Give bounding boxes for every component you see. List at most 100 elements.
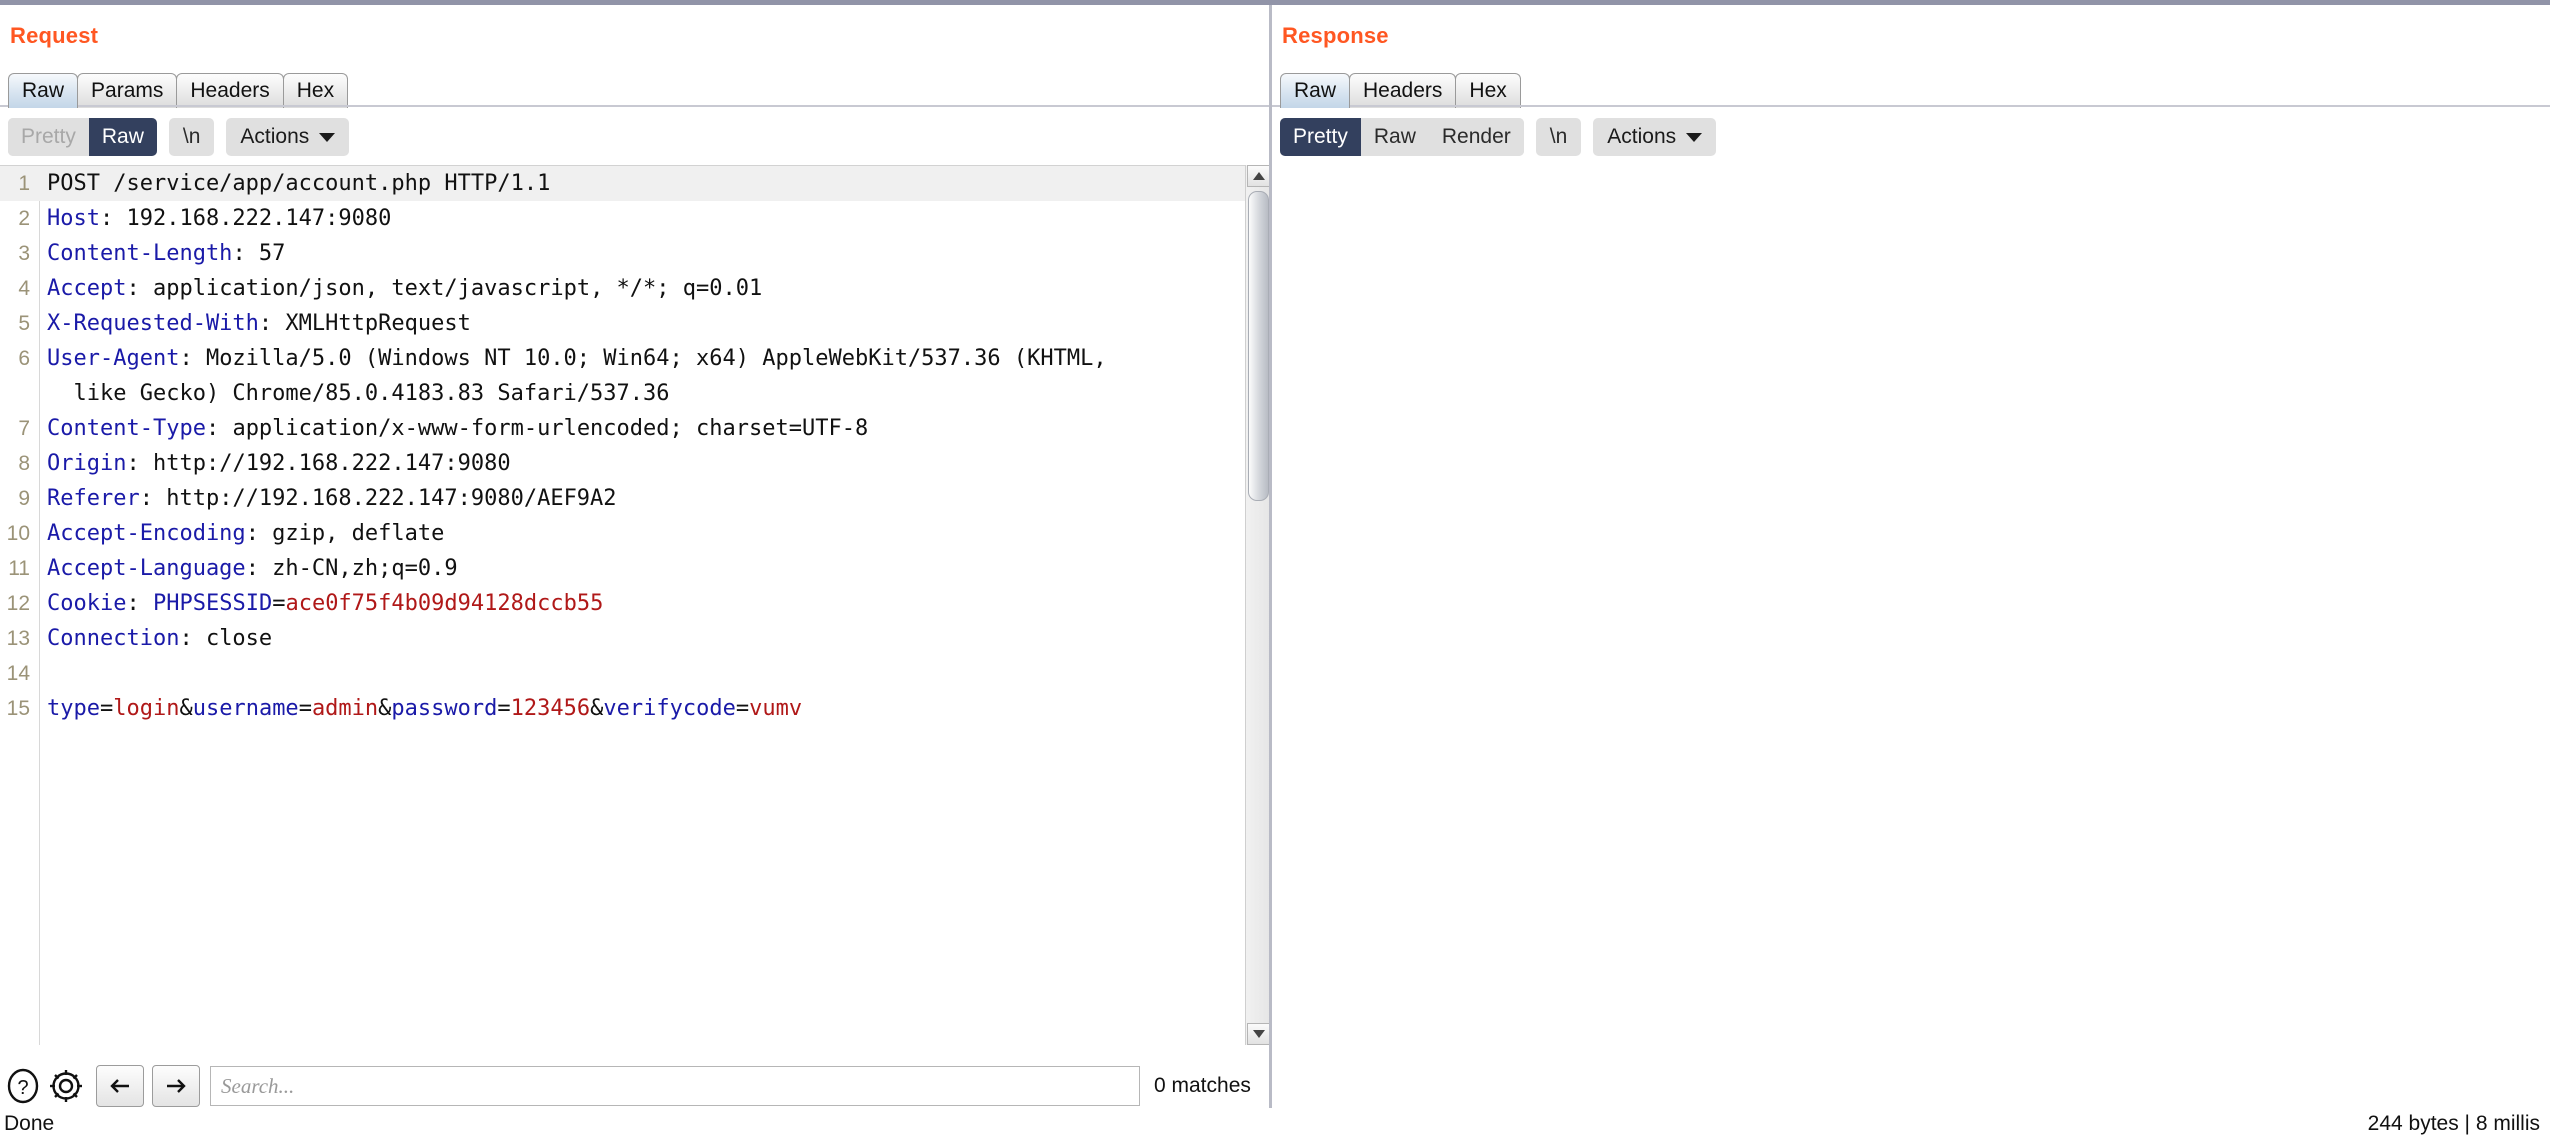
response-raw-button[interactable]: Raw [1360, 118, 1429, 156]
code-line: 3 Content-Length: 57 [0, 236, 1252, 271]
code-token: type [47, 696, 100, 721]
response-tab-hex-label: Hex [1469, 79, 1507, 102]
request-editor-toolbar: Pretty Raw \n Actions [8, 115, 350, 159]
code-token: username [192, 696, 299, 721]
code-token: Content-Type [47, 416, 206, 441]
request-raw-button[interactable]: Raw [88, 118, 157, 156]
line-number: 6 [18, 347, 30, 370]
code-token: : http://192.168.222.147:9080/AEF9A2 [139, 486, 617, 511]
response-actions-label: Actions [1607, 125, 1677, 148]
line-text: Origin: http://192.168.222.147:9080 [47, 446, 511, 481]
line-text: Cookie: PHPSESSID=ace0f75f4b09d94128dccb… [47, 586, 603, 621]
scroll-up-icon[interactable] [1247, 165, 1270, 187]
code-token: : close [179, 626, 273, 651]
line-text: X-Requested-With: XMLHttpRequest [47, 306, 471, 341]
code-token: & [590, 696, 604, 721]
code-token: : application/json, text/javascript, */*… [126, 276, 763, 301]
gear-icon[interactable] [44, 1064, 88, 1108]
response-pane: Response Raw Headers Hex Pretty Raw Rend… [1272, 5, 2550, 1118]
code-line: 15 type=login&username=admin&password=123… [0, 691, 1252, 726]
code-line: 7 Content-Type: application/x-www-form-ur… [0, 411, 1252, 446]
response-render-button[interactable]: Render [1428, 118, 1524, 156]
question-icon[interactable]: ? [4, 1064, 42, 1108]
response-size-timing: 244 bytes | 8 millis [2367, 1112, 2540, 1135]
line-number: 8 [18, 452, 30, 475]
line-text: Accept: application/json, text/javascrip… [47, 271, 762, 306]
line-text: Referer: http://192.168.222.147:9080/AEF… [47, 481, 617, 516]
request-scroll-thumb[interactable] [1248, 191, 1269, 501]
code-token: Content-Length [47, 241, 233, 266]
response-tab-raw[interactable]: Raw [1280, 73, 1351, 108]
code-token: : 57 [232, 241, 286, 266]
request-tab-raw[interactable]: Raw [8, 73, 79, 108]
request-actions-label: Actions [240, 125, 310, 148]
request-search-prev-button[interactable] [96, 1065, 144, 1107]
request-tab-headers-label: Headers [190, 79, 270, 102]
code-line: 1 POST /service/app/account.php HTTP/1.1 [0, 166, 1252, 201]
line-number: 15 [6, 697, 30, 720]
code-token: & [179, 696, 193, 721]
code-token: : zh-CN,zh;q=0.9 [245, 556, 458, 581]
response-tab-raw-label: Raw [1294, 79, 1337, 102]
line-number: 12 [6, 592, 30, 615]
code-token: Accept [47, 276, 127, 301]
request-actions-button[interactable]: Actions [226, 118, 350, 156]
line-number: 13 [6, 627, 30, 650]
line-text: User-Agent: Mozilla/5.0 (Windows NT 10.0… [47, 341, 1107, 376]
code-token: : XMLHttpRequest [258, 311, 471, 336]
code-token: : 192.168.222.147:9080 [99, 206, 392, 231]
code-token: : [126, 591, 153, 616]
response-pretty-button[interactable]: Pretty [1280, 118, 1361, 156]
response-newline-button[interactable]: \n [1535, 118, 1582, 156]
scroll-down-icon[interactable] [1247, 1023, 1270, 1045]
code-token: X-Requested-With [47, 311, 259, 336]
line-number: 7 [18, 417, 30, 440]
request-vertical-scrollbar[interactable] [1245, 165, 1270, 1045]
code-token: = [99, 696, 114, 721]
code-line: like Gecko) Chrome/85.0.4183.83 Safari/5… [0, 376, 1252, 411]
line-text: Connection: close [47, 621, 272, 656]
request-tab-hex[interactable]: Hex [282, 73, 349, 108]
request-pretty-button[interactable]: Pretty [8, 118, 89, 156]
chevron-down-icon [1686, 132, 1703, 142]
code-token: Connection [47, 626, 180, 651]
code-token: : application/x-www-form-urlencoded; cha… [205, 416, 869, 441]
code-token: verifycode [603, 696, 736, 721]
code-token: password [391, 696, 498, 721]
response-actions-button[interactable]: Actions [1593, 118, 1717, 156]
request-view-mode-group[interactable]: Pretty Raw [8, 118, 157, 156]
response-tab-hex[interactable]: Hex [1455, 73, 1521, 108]
response-tab-headers[interactable]: Headers [1349, 73, 1457, 108]
svg-text:?: ? [17, 1077, 28, 1099]
request-editor[interactable]: 1 POST /service/app/account.php HTTP/1.1 2… [0, 165, 1252, 1045]
response-view-mode-group[interactable]: Pretty Raw Render [1280, 118, 1524, 156]
request-search-input[interactable]: Search... [210, 1066, 1140, 1106]
request-newline-button[interactable]: \n [168, 118, 215, 156]
line-text: Accept-Language: zh-CN,zh;q=0.9 [47, 551, 458, 586]
line-number: 14 [6, 662, 30, 685]
line-text: Accept-Encoding: gzip, deflate [47, 516, 444, 551]
code-token: POST /service/app/account.php HTTP/1.1 [47, 171, 551, 196]
code-token: ace0f75f4b09d94128dccb55 [285, 591, 604, 616]
code-line: 5 X-Requested-With: XMLHttpRequest [0, 306, 1252, 341]
request-tab-params[interactable]: Params [77, 73, 178, 108]
code-line: 8 Origin: http://192.168.222.147:9080 [0, 446, 1252, 481]
response-editor-toolbar: Pretty Raw Render \n Actions [1280, 115, 1717, 159]
line-text: Content-Type: application/x-www-form-url… [47, 411, 868, 446]
status-message: Done [4, 1112, 55, 1135]
response-tab-headers-label: Headers [1363, 79, 1443, 102]
request-search-next-button[interactable] [152, 1065, 200, 1107]
line-number: 10 [6, 522, 30, 545]
code-token: Cookie [47, 591, 127, 616]
request-tab-headers[interactable]: Headers [176, 73, 284, 108]
code-token: like Gecko) Chrome/85.0.4183.83 Safari/5… [47, 381, 670, 406]
code-token: = [497, 696, 511, 721]
code-line: 11 Accept-Language: zh-CN,zh;q=0.9 [0, 551, 1252, 586]
code-line: 2 Host: 192.168.222.147:9080 [0, 201, 1252, 236]
code-token: PHPSESSID [152, 591, 273, 616]
request-tab-hex-label: Hex [296, 79, 335, 102]
arrow-left-icon [110, 1079, 129, 1093]
request-pane: Request Raw Params Headers Hex Pretty Ra… [0, 5, 1270, 1118]
request-search-bar: ? Search... 0 matches [0, 1060, 1270, 1112]
response-pane-title: Response [1282, 23, 1389, 48]
